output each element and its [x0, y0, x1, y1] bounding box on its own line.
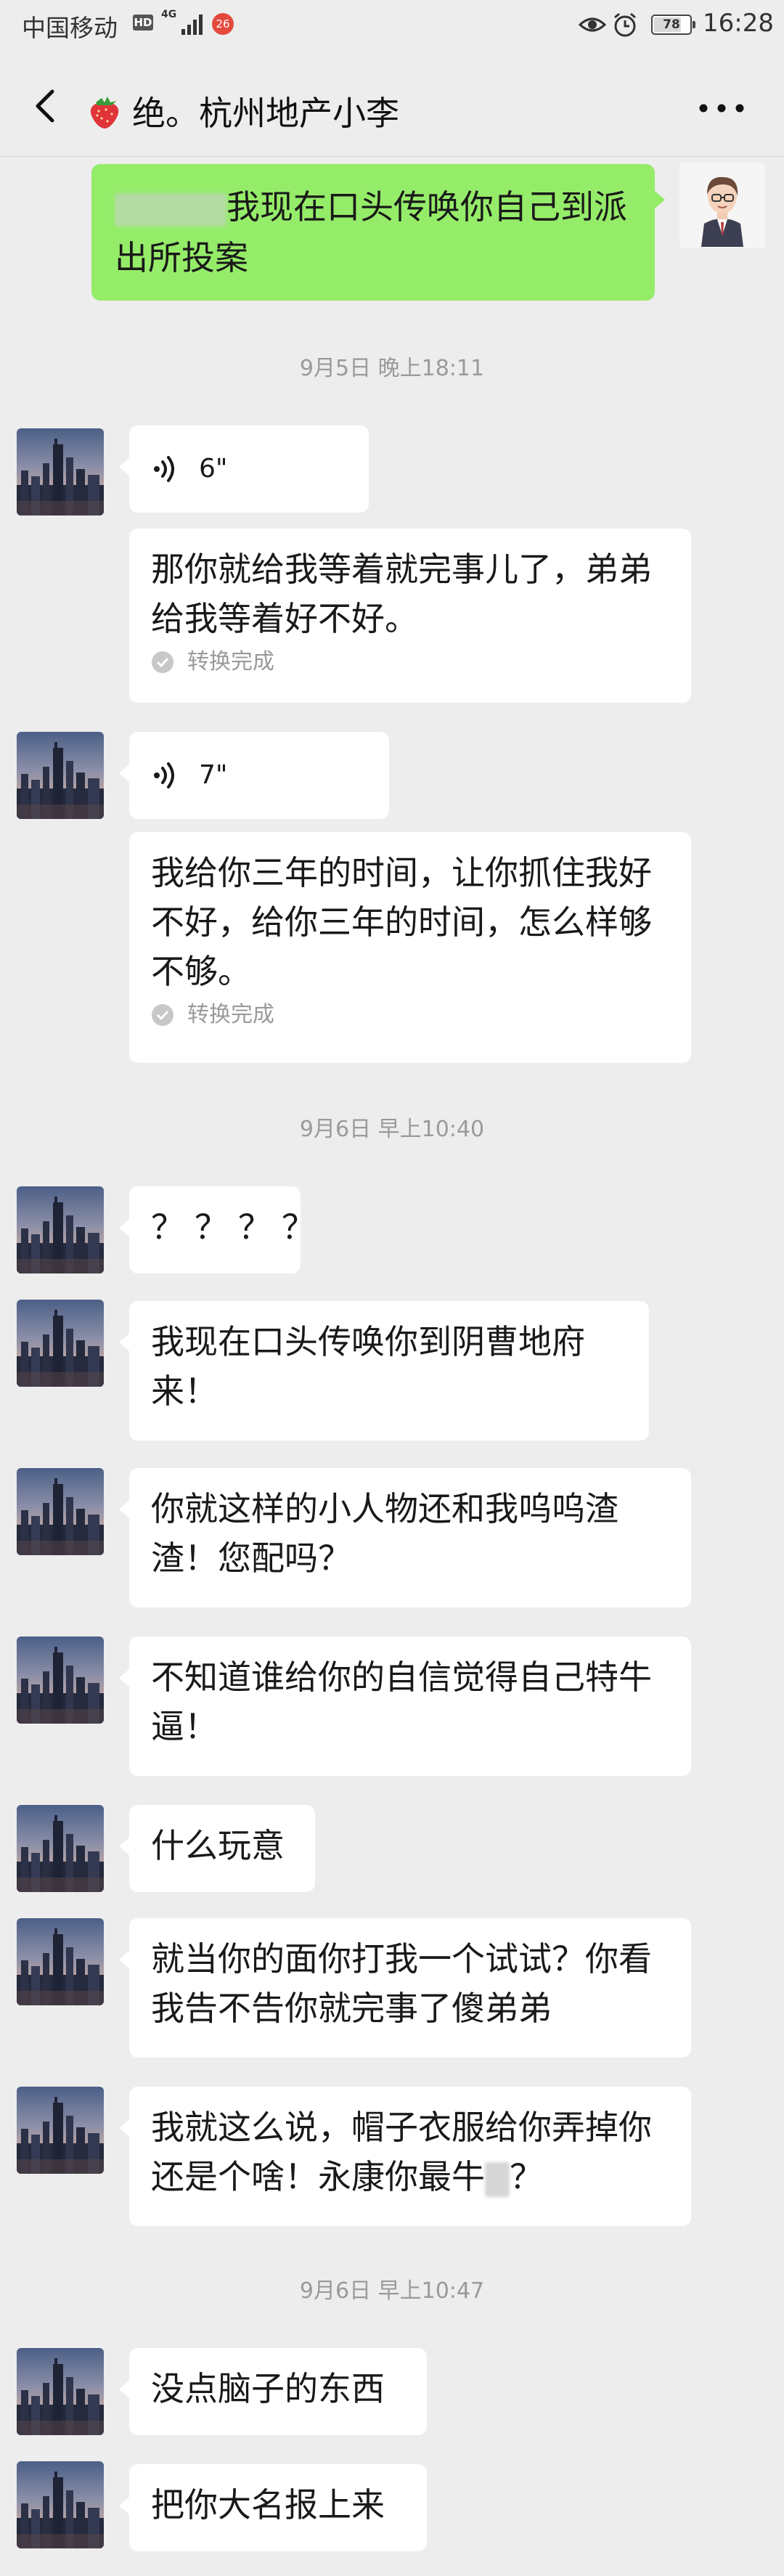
- check-circle-icon: [152, 1004, 173, 1026]
- timestamp: 9月5日 晚上18:11: [299, 356, 485, 381]
- text-message-bubble[interactable]: 我现在口头传唤你到阴曹地府来！: [119, 1301, 649, 1440]
- battery-level: 78: [663, 17, 680, 32]
- voice-duration: 6": [199, 454, 228, 484]
- contact-avatar[interactable]: [17, 1918, 104, 2005]
- hd-icon: HD: [133, 15, 153, 30]
- transcript-text: 那你就给我等着就完事儿了，弟弟给我等着好不好。: [151, 550, 652, 638]
- contact-avatar[interactable]: [17, 428, 104, 515]
- transcript-text: 我给你三年的时间，让你抓住我好不好，给你三年的时间，怎么样够不够。: [151, 853, 652, 991]
- voice-message-bubble[interactable]: 7": [119, 732, 389, 819]
- check-circle-icon: [152, 651, 173, 673]
- contact-avatar[interactable]: [17, 1805, 104, 1892]
- chat-header: 绝。杭州地产小李: [0, 57, 784, 157]
- message-text: 我现在口头传唤你到阴曹地府来！: [151, 1322, 585, 1411]
- my-avatar[interactable]: [679, 163, 765, 248]
- text-message-bubble[interactable]: 就当你的面你打我一个试试？你看我告不告你就完事了傻弟弟: [119, 1918, 691, 2058]
- chat-title-text: 绝。杭州地产小李: [132, 94, 399, 133]
- timestamp: 9月6日 早上10:47: [299, 2278, 485, 2304]
- message-text: 没点脑子的东西: [151, 2369, 385, 2408]
- contact-avatar[interactable]: [17, 1468, 104, 1555]
- carrier-name: 中国移动: [22, 14, 118, 42]
- text-message-bubble[interactable]: 没点脑子的东西: [119, 2348, 427, 2435]
- voice-transcript-bubble[interactable]: 我给你三年的时间，让你抓住我好不好，给你三年的时间，怎么样够不够。 转换完成: [129, 832, 691, 1063]
- contact-avatar[interactable]: [17, 2348, 104, 2435]
- convert-status-text: 转换完成: [187, 649, 274, 674]
- alarm-icon: [614, 12, 636, 37]
- contact-avatar[interactable]: [17, 732, 104, 819]
- message-text: 我就这么说，帽子衣服给你弄掉你还是个啥！永康你最牛: [151, 2108, 652, 2196]
- voice-message-bubble[interactable]: 6": [119, 425, 369, 513]
- text-message-bubble[interactable]: 你就这样的小人物还和我呜呜渣渣！您配吗？: [119, 1468, 691, 1607]
- back-chevron-icon[interactable]: [26, 86, 67, 126]
- message-text: 就当你的面你打我一个试试？你看我告不告你就完事了傻弟弟: [151, 1939, 652, 2028]
- convert-status: 转换完成: [151, 1000, 671, 1030]
- message-text: 什么玩意: [151, 1826, 285, 1865]
- convert-status-text: 转换完成: [187, 1002, 274, 1027]
- contact-avatar[interactable]: [17, 2087, 104, 2174]
- cartoon-man-avatar-icon: [679, 163, 765, 248]
- more-dots-icon[interactable]: [698, 103, 745, 113]
- status-time: 16:28: [703, 9, 774, 38]
- message-text: 不知道谁给你的自信觉得自己特牛逼！: [151, 1658, 652, 1746]
- contact-avatar[interactable]: [17, 1186, 104, 1273]
- sent-message-bubble[interactable]: 我现在口头传唤你自己到派出所投案: [91, 164, 665, 301]
- text-message-bubble[interactable]: 什么玩意: [119, 1805, 315, 1892]
- status-bar: 中国移动 HD 4G 26 78 16:28: [0, 0, 784, 57]
- chat-title: 绝。杭州地产小李: [86, 87, 399, 135]
- message-text: 你就这样的小人物还和我呜呜渣渣！您配吗？: [151, 1489, 618, 1578]
- timestamp: 9月6日 早上10:40: [299, 1117, 485, 1142]
- voice-wave-icon: [154, 456, 174, 482]
- eye-comfort-icon: [579, 17, 606, 32]
- notification-badge: 26: [212, 13, 234, 35]
- contact-avatar[interactable]: [17, 1300, 104, 1387]
- network-type: 4G: [161, 9, 177, 20]
- message-text: 把你大名报上来: [151, 2485, 385, 2524]
- text-message-bubble[interactable]: 把你大名报上来: [119, 2464, 427, 2551]
- text-message-bubble[interactable]: 我就这么说，帽子衣服给你弄掉你还是个啥！永康你最牛？: [119, 2087, 691, 2226]
- convert-status: 转换完成: [151, 648, 671, 677]
- contact-avatar[interactable]: [17, 2461, 104, 2548]
- voice-transcript-bubble[interactable]: 那你就给我等着就完事儿了，弟弟给我等着好不好。 转换完成: [129, 529, 691, 703]
- text-message-bubble[interactable]: ？？？？: [119, 1186, 315, 1273]
- strawberry-icon: [90, 97, 119, 129]
- voice-wave-icon: [154, 762, 174, 788]
- text-message-bubble[interactable]: 不知道谁给你的自信觉得自己特牛逼！: [119, 1637, 691, 1776]
- redacted-word: [485, 2161, 510, 2197]
- signal-icon: [181, 13, 206, 35]
- message-text: ？？？？: [151, 1207, 325, 1247]
- voice-duration: 7": [199, 760, 228, 790]
- message-text-end: ？: [510, 2157, 543, 2196]
- redacted-name: [115, 192, 226, 227]
- battery-icon: 78: [651, 15, 695, 35]
- contact-avatar[interactable]: [17, 1637, 104, 1724]
